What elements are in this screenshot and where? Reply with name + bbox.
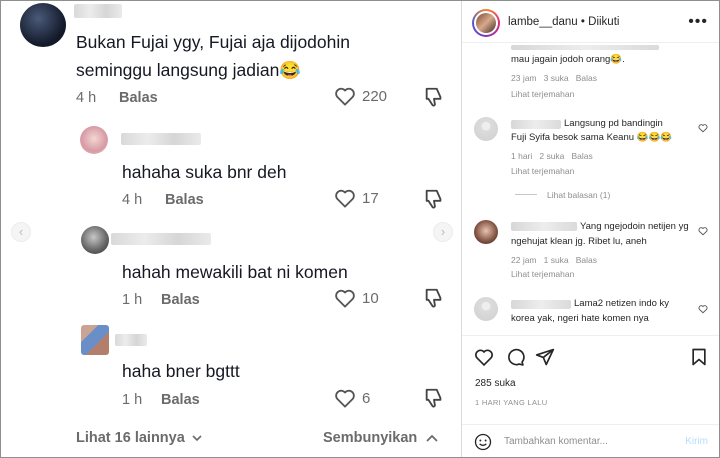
like-button[interactable]: 6 (334, 388, 370, 408)
next-arrow-icon[interactable]: › (433, 222, 453, 242)
chevron-up-icon (426, 434, 438, 442)
hide-replies-button[interactable]: Sembunyikan (323, 430, 439, 446)
avatar[interactable] (81, 226, 109, 254)
reply-button[interactable]: Balas (119, 90, 158, 106)
heart-icon (335, 289, 355, 308)
hide-label: Sembunyikan (323, 430, 418, 446)
emoji-icon[interactable] (474, 433, 492, 451)
comment-text: Lama2 netizen indo ky (574, 298, 670, 309)
heart-icon[interactable] (474, 347, 494, 367)
comment-text: Langsung pd bandingin (564, 118, 663, 129)
avatar[interactable] (81, 325, 109, 355)
comment-time: 1 h (122, 292, 143, 308)
username-blurred (511, 300, 571, 309)
reply-button[interactable]: Balas (576, 73, 597, 83)
heart-icon (335, 189, 355, 208)
comment-text-line2: korea yak, ngeri hate komen nya (511, 313, 649, 324)
like-button[interactable]: 17 (334, 188, 379, 208)
avatar[interactable] (20, 3, 66, 47)
heart-icon[interactable] (698, 304, 708, 314)
comment-meta: 1 hari 2 suka Balas (511, 151, 593, 161)
like-button[interactable]: 220 (334, 86, 387, 106)
heart-icon (335, 87, 355, 106)
comment-time: 4 h (76, 90, 97, 106)
comment-text: mau jagain jodoh orang😂. (511, 54, 625, 65)
comment-text-line2: Fuji Syifa besok sama Keanu 😂😂😂 (511, 132, 673, 143)
comment-meta: 23 jam 3 suka Balas (511, 73, 598, 83)
reply-button[interactable]: Balas (576, 255, 597, 265)
heart-icon[interactable] (698, 226, 708, 236)
username-blurred (111, 233, 211, 245)
comment-text: hahaha suka bnr deh (122, 162, 287, 182)
view-more-label: Lihat 16 lainnya (76, 430, 185, 446)
username-blurred (511, 120, 561, 129)
instagram-panel: lambe__danu • Diikuti ••• mau jagain jod… (461, 1, 719, 457)
username-blurred (115, 334, 147, 346)
see-translation-link[interactable]: Lihat terjemahan (511, 89, 574, 99)
like-count: 220 (362, 87, 388, 105)
avatar[interactable] (474, 220, 498, 244)
add-comment-bar: Tambahkan komentar... Kirim (462, 424, 719, 457)
reply-button[interactable]: Balas (161, 392, 200, 408)
post-timestamp: 1 HARI YANG LALU (475, 398, 548, 407)
post-comment-button[interactable]: Kirim (685, 436, 708, 447)
avatar[interactable] (474, 297, 498, 321)
comment-meta: 22 jam 1 suka Balas (511, 255, 598, 265)
following-status[interactable]: Diikuti (588, 16, 619, 28)
username-blurred (121, 133, 201, 145)
avatar[interactable] (80, 126, 108, 154)
share-icon[interactable] (535, 347, 555, 367)
comment-text: Bukan Fujai ygy, Fujai aja dijodohin (76, 32, 351, 52)
view-replies-divider (515, 194, 537, 195)
comment-text-line2: seminggu langsung jadian😂 (76, 60, 302, 80)
reply-button[interactable]: Balas (165, 192, 204, 208)
previous-arrow-icon[interactable]: ‹ (11, 222, 31, 242)
view-replies-link[interactable]: Lihat balasan (1) (547, 190, 610, 200)
username-blurred (74, 4, 122, 18)
comment-text: haha bner bgttt (122, 361, 240, 381)
add-comment-input[interactable]: Tambahkan komentar... (504, 436, 608, 447)
avatar[interactable] (474, 117, 498, 141)
like-count: 6 (362, 389, 371, 407)
like-count: 10 (362, 289, 379, 307)
tiktok-comments-panel: ‹ › Bukan Fujai ygy, Fujai aja dijodohin… (1, 1, 461, 457)
chevron-down-icon (192, 435, 202, 442)
cut-off-text (511, 45, 659, 50)
thumbs-down-icon[interactable] (423, 188, 445, 210)
username[interactable]: lambe__danu (508, 16, 578, 28)
see-translation-link[interactable]: Lihat terjemahan (511, 269, 574, 279)
post-header: lambe__danu • Diikuti ••• (462, 1, 719, 43)
username-blurred (511, 222, 577, 231)
post-author[interactable]: lambe__danu • Diikuti (508, 16, 619, 28)
like-button[interactable]: 10 (334, 288, 379, 308)
like-count: 17 (362, 189, 379, 207)
comment-time: 4 h (122, 192, 143, 208)
comment-text: Yang ngejodoin netijen yg (580, 221, 689, 232)
avatar[interactable] (472, 9, 500, 37)
reply-button[interactable]: Balas (161, 292, 200, 308)
thumbs-down-icon[interactable] (423, 287, 445, 309)
heart-icon[interactable] (698, 123, 708, 133)
post-actions: 285 suka 1 HARI YANG LALU Tambahkan kome… (462, 335, 719, 457)
save-icon[interactable] (689, 347, 709, 367)
likes-count[interactable]: 285 suka (475, 378, 516, 389)
thumbs-down-icon[interactable] (423, 86, 445, 108)
see-translation-link[interactable]: Lihat terjemahan (511, 166, 574, 176)
view-more-replies-button[interactable]: Lihat 16 lainnya (76, 430, 203, 446)
thumbs-down-icon[interactable] (423, 387, 445, 409)
comment-icon[interactable] (505, 347, 525, 367)
comment-text-line2: ngehujat klean jg. Ribet lu, aneh (511, 236, 647, 247)
more-icon[interactable]: ••• (688, 13, 708, 31)
reply-button[interactable]: Balas (572, 151, 593, 161)
heart-icon (335, 389, 355, 408)
comment-text: hahah mewakili bat ni komen (122, 262, 348, 282)
comment-time: 1 h (122, 392, 143, 408)
